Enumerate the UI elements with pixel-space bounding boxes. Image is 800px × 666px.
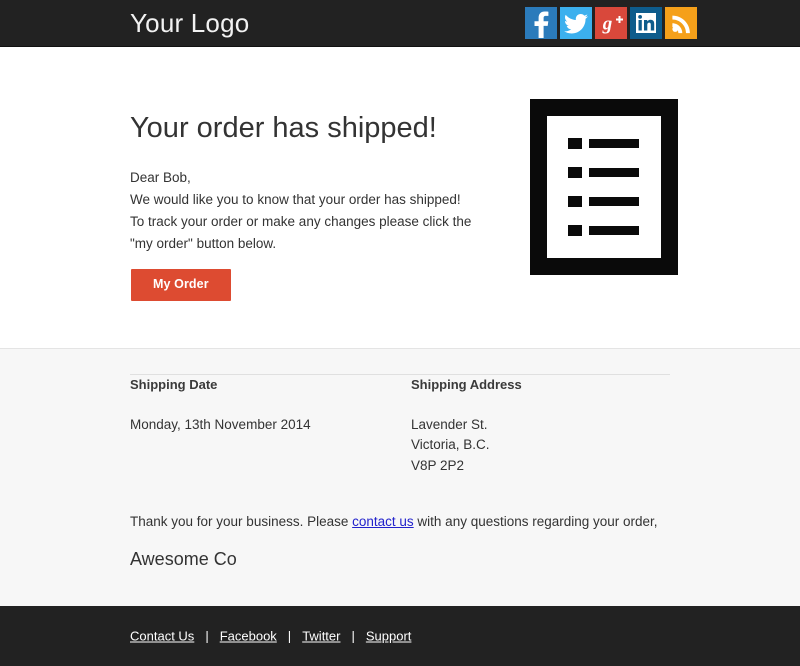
page-title: Your order has shipped! xyxy=(130,112,437,144)
footer-separator: | xyxy=(287,628,292,644)
address-line: Lavender St. xyxy=(411,416,488,432)
footer-link-support[interactable]: Support xyxy=(366,629,412,644)
body-copy: Dear Bob, We would like you to know that… xyxy=(130,167,475,254)
shipping-details-section: Shipping Date Monday, 13th November 2014… xyxy=(0,348,800,606)
shipping-address-heading: Shipping Address xyxy=(411,377,522,392)
google-plus-icon[interactable]: g xyxy=(595,7,627,39)
footer-separator: | xyxy=(351,628,355,644)
shipping-date-value: Monday, 13th November 2014 xyxy=(130,416,311,432)
closing-text-before: Thank you for your business. Please xyxy=(130,514,353,529)
closing-text: Thank you for your business. Please cont… xyxy=(130,511,658,533)
shipping-date-heading: Shipping Date xyxy=(130,377,218,392)
body-message-text: We would like you to know that your orde… xyxy=(130,191,472,251)
footer-link-facebook[interactable]: Facebook xyxy=(220,629,277,644)
my-order-button[interactable]: My Order xyxy=(131,269,231,301)
footer-link-contact-us[interactable]: Contact Us xyxy=(130,629,194,644)
footer-inner: Contact Us | Facebook | Twitter | Suppor… xyxy=(130,606,670,666)
email-body: Your order has shipped! Dear Bob, We wou… xyxy=(0,47,800,348)
footer-link-twitter[interactable]: Twitter xyxy=(302,629,340,644)
shipping-address-value: Lavender St. Victoria, B.C. V8P 2P2 xyxy=(411,415,670,477)
shipping-address-column: Shipping Address Lavender St. Victoria, … xyxy=(400,377,670,476)
linkedin-icon[interactable] xyxy=(630,7,662,39)
order-list-document-icon xyxy=(530,99,678,275)
shipping-date-column: Shipping Date Monday, 13th November 2014 xyxy=(130,377,400,476)
email-header: Your Logo g xyxy=(0,0,800,47)
contact-us-link[interactable]: contact us xyxy=(352,514,414,529)
svg-text:g: g xyxy=(602,14,613,35)
address-line: V8P 2P2 xyxy=(411,457,465,473)
header-inner: Your Logo g xyxy=(130,0,697,46)
footer-separator: | xyxy=(205,628,209,644)
details-divider xyxy=(130,374,670,375)
details-inner: Shipping Date Monday, 13th November 2014… xyxy=(130,349,670,606)
body-inner: Your order has shipped! Dear Bob, We wou… xyxy=(130,47,678,348)
email-footer: Contact Us | Facebook | Twitter | Suppor… xyxy=(0,606,800,666)
greeting-text: Dear Bob, xyxy=(130,170,191,185)
twitter-icon[interactable] xyxy=(560,7,592,39)
social-icon-bar: g xyxy=(525,7,697,39)
closing-text-after: with any questions regarding your order, xyxy=(413,514,658,529)
email-template: Your Logo g Your order has shipped! Dear… xyxy=(0,0,800,666)
details-columns: Shipping Date Monday, 13th November 2014… xyxy=(130,377,670,476)
footer-link-list: Contact Us | Facebook | Twitter | Suppor… xyxy=(130,629,411,644)
logo-text: Your Logo xyxy=(130,8,250,38)
signature-text: Awesome Co xyxy=(130,549,237,569)
rss-icon[interactable] xyxy=(665,7,697,39)
address-line: Victoria, B.C. xyxy=(411,437,490,453)
facebook-icon[interactable] xyxy=(525,7,557,39)
